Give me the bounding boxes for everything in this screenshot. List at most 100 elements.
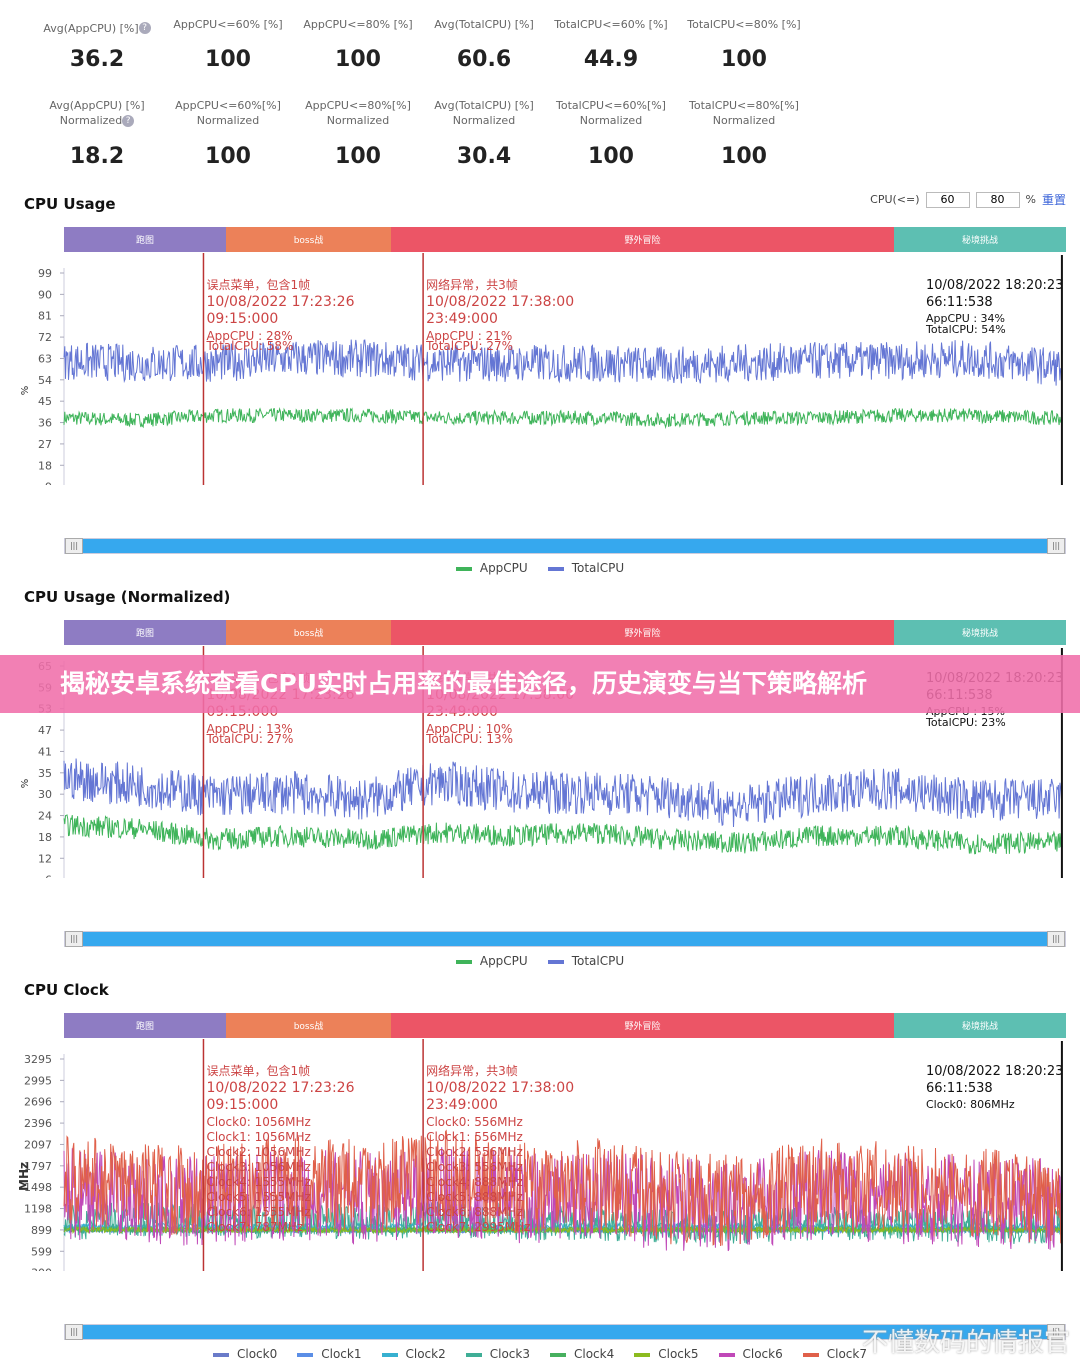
- y-tick-label: 9: [45, 481, 52, 485]
- article-title-banner: 揭秘安卓系统查看CPU实时占用率的最佳途径，历史演变与当下策略解析: [0, 655, 1080, 713]
- legend-label: Clock0: [237, 1347, 278, 1361]
- legend-label: Clock3: [489, 1347, 530, 1361]
- legend-item[interactable]: Clock1: [297, 1347, 362, 1361]
- stat-value: 18.2: [69, 144, 125, 169]
- marker-value: Clock2: 556MHz: [426, 1145, 523, 1159]
- stat-sublabel-text: Normalized: [452, 114, 516, 127]
- marker-value: Clock6: 888MHz: [426, 1205, 523, 1219]
- stat-label: Avg(TotalCPU) [%]: [434, 18, 534, 31]
- y-tick-label: 300: [31, 1267, 52, 1271]
- help-icon[interactable]: ?: [138, 21, 151, 34]
- slider-handle-left[interactable]: |||: [65, 538, 83, 554]
- legend-item[interactable]: Clock0: [213, 1347, 277, 1361]
- cursor-label: 10/08/2022 18:20:23: [926, 1064, 1063, 1079]
- stat-label: Avg(TotalCPU) [%]: [434, 99, 534, 112]
- marker-value: Clock7: 787MHz: [206, 1220, 303, 1234]
- legend-item[interactable]: Clock2: [381, 1347, 446, 1361]
- y-tick-label: 6: [45, 874, 52, 878]
- stat-value: 60.6: [456, 47, 512, 72]
- marker-value: Clock1: 1056MHz: [206, 1130, 310, 1144]
- y-tick-label: 24: [38, 810, 52, 823]
- stat-label: AppCPU<=60% [%]: [173, 18, 283, 31]
- marker-value: Clock4: 1555MHz: [206, 1175, 310, 1189]
- legend-item[interactable]: Clock5: [634, 1347, 699, 1361]
- chart-legend: AppCPU TotalCPU: [0, 561, 1080, 575]
- stat-value: 100: [205, 47, 251, 72]
- stat-card: TotalCPU<=60% [%] 44.9: [541, 17, 681, 72]
- y-tick-label: 2696: [24, 1096, 52, 1109]
- stat-card: TotalCPU<=80% [%] 100: [674, 17, 814, 72]
- stat-card: AppCPU<=80% [%] 100: [288, 17, 428, 72]
- stat-card: AppCPU<=60% [%] 100: [158, 17, 298, 72]
- y-axis-label: %: [20, 386, 31, 396]
- legend-item[interactable]: Clock7: [802, 1347, 867, 1361]
- help-icon[interactable]: ?: [122, 115, 135, 127]
- marker-value: Clock3: 1056MHz: [206, 1160, 310, 1174]
- zoom-slider[interactable]: ||| |||: [64, 931, 1066, 947]
- slider-handle-left[interactable]: |||: [65, 1324, 83, 1340]
- legend-label: Clock6: [742, 1347, 783, 1361]
- slider-handle-right[interactable]: |||: [1047, 931, 1065, 947]
- y-tick-label: 81: [38, 310, 52, 323]
- legend-label: Clock7: [826, 1347, 867, 1361]
- chart-plot[interactable]: 0300599899119814981797209723962696299532…: [0, 981, 1080, 1271]
- stat-label: AppCPU<=80% [%]: [303, 18, 413, 31]
- y-tick-label: 1198: [24, 1203, 52, 1216]
- y-tick-label: 12: [38, 852, 52, 865]
- legend-swatch: [550, 1352, 566, 1357]
- cursor-value: TotalCPU: 23%: [925, 716, 1006, 729]
- slider-handle-left[interactable]: |||: [65, 931, 83, 947]
- marker-label: 误点菜单，包含1帧: [206, 1063, 310, 1078]
- legend-item[interactable]: Clock3: [465, 1347, 530, 1361]
- marker-label: 09:15:000: [206, 311, 278, 327]
- marker-label: 网络异常，共3帧: [426, 277, 518, 292]
- stat-label: AppCPU<=80%[%]: [305, 99, 411, 112]
- marker-label: 网络异常，共3帧: [426, 1063, 518, 1078]
- marker-label: 10/08/2022 17:38:00: [426, 294, 574, 310]
- y-tick-label: 2995: [24, 1074, 52, 1087]
- stat-sublabel-text: Normalized: [196, 114, 260, 127]
- stat-value: 100: [588, 144, 634, 169]
- marker-label: 10/08/2022 17:23:26: [206, 1080, 354, 1096]
- legend-item[interactable]: AppCPU: [455, 954, 528, 968]
- y-tick-label: 54: [38, 374, 52, 387]
- stat-value: 100: [335, 144, 381, 169]
- marker-value: Clock2: 1056MHz: [206, 1145, 310, 1159]
- stat-sublabel: Normalized: [158, 113, 298, 128]
- stat-value: 100: [721, 47, 767, 72]
- zoom-slider[interactable]: ||| |||: [64, 538, 1066, 554]
- marker-value: TotalCPU: 27%: [425, 339, 513, 353]
- legend-item[interactable]: Clock4: [550, 1347, 614, 1361]
- stat-sublabel: Normalized: [288, 113, 428, 128]
- legend-label: AppCPU: [479, 954, 528, 968]
- stat-card: Avg(AppCPU) [%]? 36.2: [27, 17, 167, 72]
- chart-plot[interactable]: 0612182430354147535965%00:0003:2006:4010…: [0, 588, 1080, 878]
- y-tick-label: 899: [31, 1224, 52, 1237]
- marker-value: Clock5: 888MHz: [426, 1190, 523, 1204]
- legend-item[interactable]: AppCPU: [455, 561, 528, 575]
- y-tick-label: 63: [38, 352, 52, 365]
- series-line-appcpu: [63, 407, 1063, 430]
- chart-legend: AppCPU TotalCPU: [0, 954, 1080, 968]
- series-line-appcpu: [63, 814, 1063, 855]
- y-tick-label: 30: [38, 788, 52, 801]
- legend-label: TotalCPU: [571, 954, 625, 968]
- slider-handle-right[interactable]: |||: [1047, 538, 1065, 554]
- legend-item[interactable]: Clock6: [718, 1347, 783, 1361]
- stat-sublabel-text: Normalized: [712, 114, 776, 127]
- legend-item[interactable]: TotalCPU: [547, 954, 625, 968]
- y-axis-label: MHz: [17, 1162, 31, 1191]
- legend-swatch: [802, 1352, 819, 1357]
- legend-swatch: [455, 959, 472, 964]
- stat-value: 100: [335, 47, 381, 72]
- y-tick-label: 45: [38, 395, 52, 408]
- stat-label: TotalCPU<=80%[%]: [689, 99, 799, 112]
- chart-plot[interactable]: 0918273645546372819099%00:0003:2006:4010…: [0, 195, 1080, 485]
- stat-label: TotalCPU<=80% [%]: [687, 18, 801, 31]
- y-tick-label: 27: [38, 438, 52, 451]
- cursor-value: Clock0: 806MHz: [926, 1098, 1015, 1111]
- stat-card: Avg(TotalCPU) [%] 60.6: [414, 17, 554, 72]
- legend-item[interactable]: TotalCPU: [547, 561, 624, 575]
- y-tick-label: 72: [38, 331, 52, 344]
- legend-swatch: [455, 566, 472, 571]
